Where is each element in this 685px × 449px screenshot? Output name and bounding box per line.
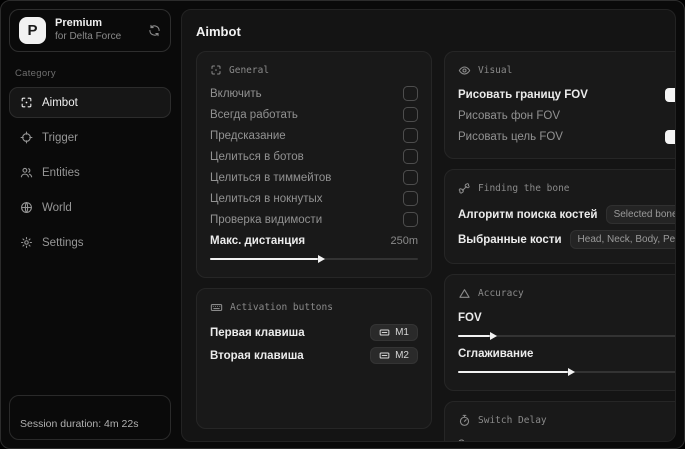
panel-title: Switch Delay (478, 415, 547, 426)
brand-card: P Premium for Delta Force (9, 9, 171, 52)
keybind-button-m1[interactable]: M1 (370, 324, 418, 341)
smoothing-slider[interactable] (458, 368, 675, 376)
keybind-row: Первая клавиша M1 (210, 321, 418, 344)
sidebar-item-settings[interactable]: Settings (9, 227, 171, 258)
checkbox[interactable] (403, 170, 418, 185)
sidebar-item-trigger[interactable]: Trigger (9, 122, 171, 153)
keyboard-icon (379, 327, 390, 338)
switch-delay-toggle-row: Задержка переключения (458, 434, 675, 442)
setting-row: Целиться в тиммейтов (210, 167, 418, 188)
main-content: Aimbot General Включить Всегда работать … (181, 9, 676, 442)
setting-row: Целиться в ботов (210, 146, 418, 167)
setting-row: Целиться в нокнутых (210, 188, 418, 209)
page-title: Aimbot (196, 24, 241, 39)
panel-title: General (229, 64, 270, 76)
sidebar: P Premium for Delta Force Category Aimbo… (1, 1, 179, 448)
setting-row: Всегда работать (210, 104, 418, 125)
checkbox[interactable] (403, 128, 418, 143)
checkbox[interactable] (403, 149, 418, 164)
gear-icon (20, 236, 33, 249)
keyboard-icon (379, 350, 390, 361)
brand-subtitle: for Delta Force (55, 31, 122, 43)
keyboard-icon (210, 301, 223, 314)
crosshair-icon (210, 64, 222, 76)
panel-title: Activation buttons (230, 302, 333, 313)
bone-algorithm-row: Алгоритм поиска костей Selected bone (458, 202, 675, 227)
session-duration-box: Session duration: 4m 22s (9, 395, 171, 440)
crosshair-icon (20, 96, 33, 109)
keybind-button-m2[interactable]: M2 (370, 347, 418, 364)
selected-bones-row: Выбранные кости Head, Neck, Body, Pe... (458, 227, 675, 252)
users-icon (20, 166, 33, 179)
setting-row: Проверка видимости (210, 209, 418, 230)
panel-accuracy: Accuracy FOV 60° Сглаживание 50% (444, 274, 675, 391)
sidebar-item-label: Aimbot (42, 96, 78, 109)
slider-row-fov: FOV 60° (458, 311, 482, 324)
color-swatch[interactable] (664, 129, 675, 144)
visual-row-fov-background: Рисовать фон FOV (458, 109, 560, 122)
globe-icon (20, 201, 33, 214)
sidebar-item-aimbot[interactable]: Aimbot (9, 87, 171, 118)
session-duration-text: Session duration: 4m 22s (20, 418, 139, 430)
setting-row: Предсказание (210, 125, 418, 146)
panel-switch-delay: Switch Delay Задержка переключения Задер… (444, 401, 675, 442)
app-window: P Premium for Delta Force Category Aimbo… (0, 0, 685, 449)
checkbox[interactable] (403, 191, 418, 206)
checkbox[interactable] (403, 107, 418, 122)
fov-slider[interactable] (458, 332, 675, 340)
slider-row-max-distance: Макс. дистанция 250m (210, 234, 418, 247)
slider-value: 250m (390, 234, 418, 247)
sidebar-item-label: World (42, 201, 72, 214)
color-swatch[interactable] (664, 87, 675, 102)
setting-row: Включить (210, 83, 418, 104)
max-distance-slider[interactable] (210, 255, 418, 263)
panel-title: Visual (478, 65, 513, 76)
sidebar-nav: Aimbot Trigger Entities World Settings (9, 87, 171, 258)
sidebar-item-label: Entities (42, 166, 80, 179)
visual-row-fov-border: Рисовать границу FOV ✓ (458, 84, 675, 105)
brand-title: Premium (55, 17, 103, 30)
bone-icon (458, 182, 471, 195)
category-label: Category (15, 68, 56, 79)
sidebar-item-world[interactable]: World (9, 192, 171, 223)
sidebar-item-label: Settings (42, 236, 84, 249)
panel-visual: Visual Рисовать границу FOV ✓ Рисовать ф… (444, 51, 675, 159)
panel-title: Accuracy (478, 288, 524, 299)
panel-finding-the-bone: Finding the bone Алгоритм поиска костей … (444, 169, 675, 264)
sidebar-item-label: Trigger (42, 131, 78, 144)
keybind-row: Вторая клавиша M2 (210, 344, 418, 367)
selected-bones-select[interactable]: Head, Neck, Body, Pe... (569, 230, 675, 249)
trigger-crosshair-icon (20, 131, 33, 144)
panel-title: Finding the bone (478, 183, 570, 194)
sidebar-item-entities[interactable]: Entities (9, 157, 171, 188)
refresh-icon[interactable] (148, 24, 161, 37)
visual-row-fov-target: Рисовать цель FOV (458, 126, 675, 147)
checkbox[interactable] (403, 212, 418, 227)
slider-row-smoothing: Сглаживание 50% (458, 347, 534, 360)
brand-logo: P (19, 17, 46, 44)
panel-activation-buttons: Activation buttons Первая клавиша M1 Вто… (196, 288, 432, 429)
bone-algorithm-select[interactable]: Selected bone (605, 205, 675, 224)
panel-general: General Включить Всегда работать Предска… (196, 51, 432, 278)
checkbox[interactable] (403, 86, 418, 101)
triangle-icon (458, 287, 471, 300)
stopwatch-icon (458, 414, 471, 427)
eye-icon (458, 64, 471, 77)
